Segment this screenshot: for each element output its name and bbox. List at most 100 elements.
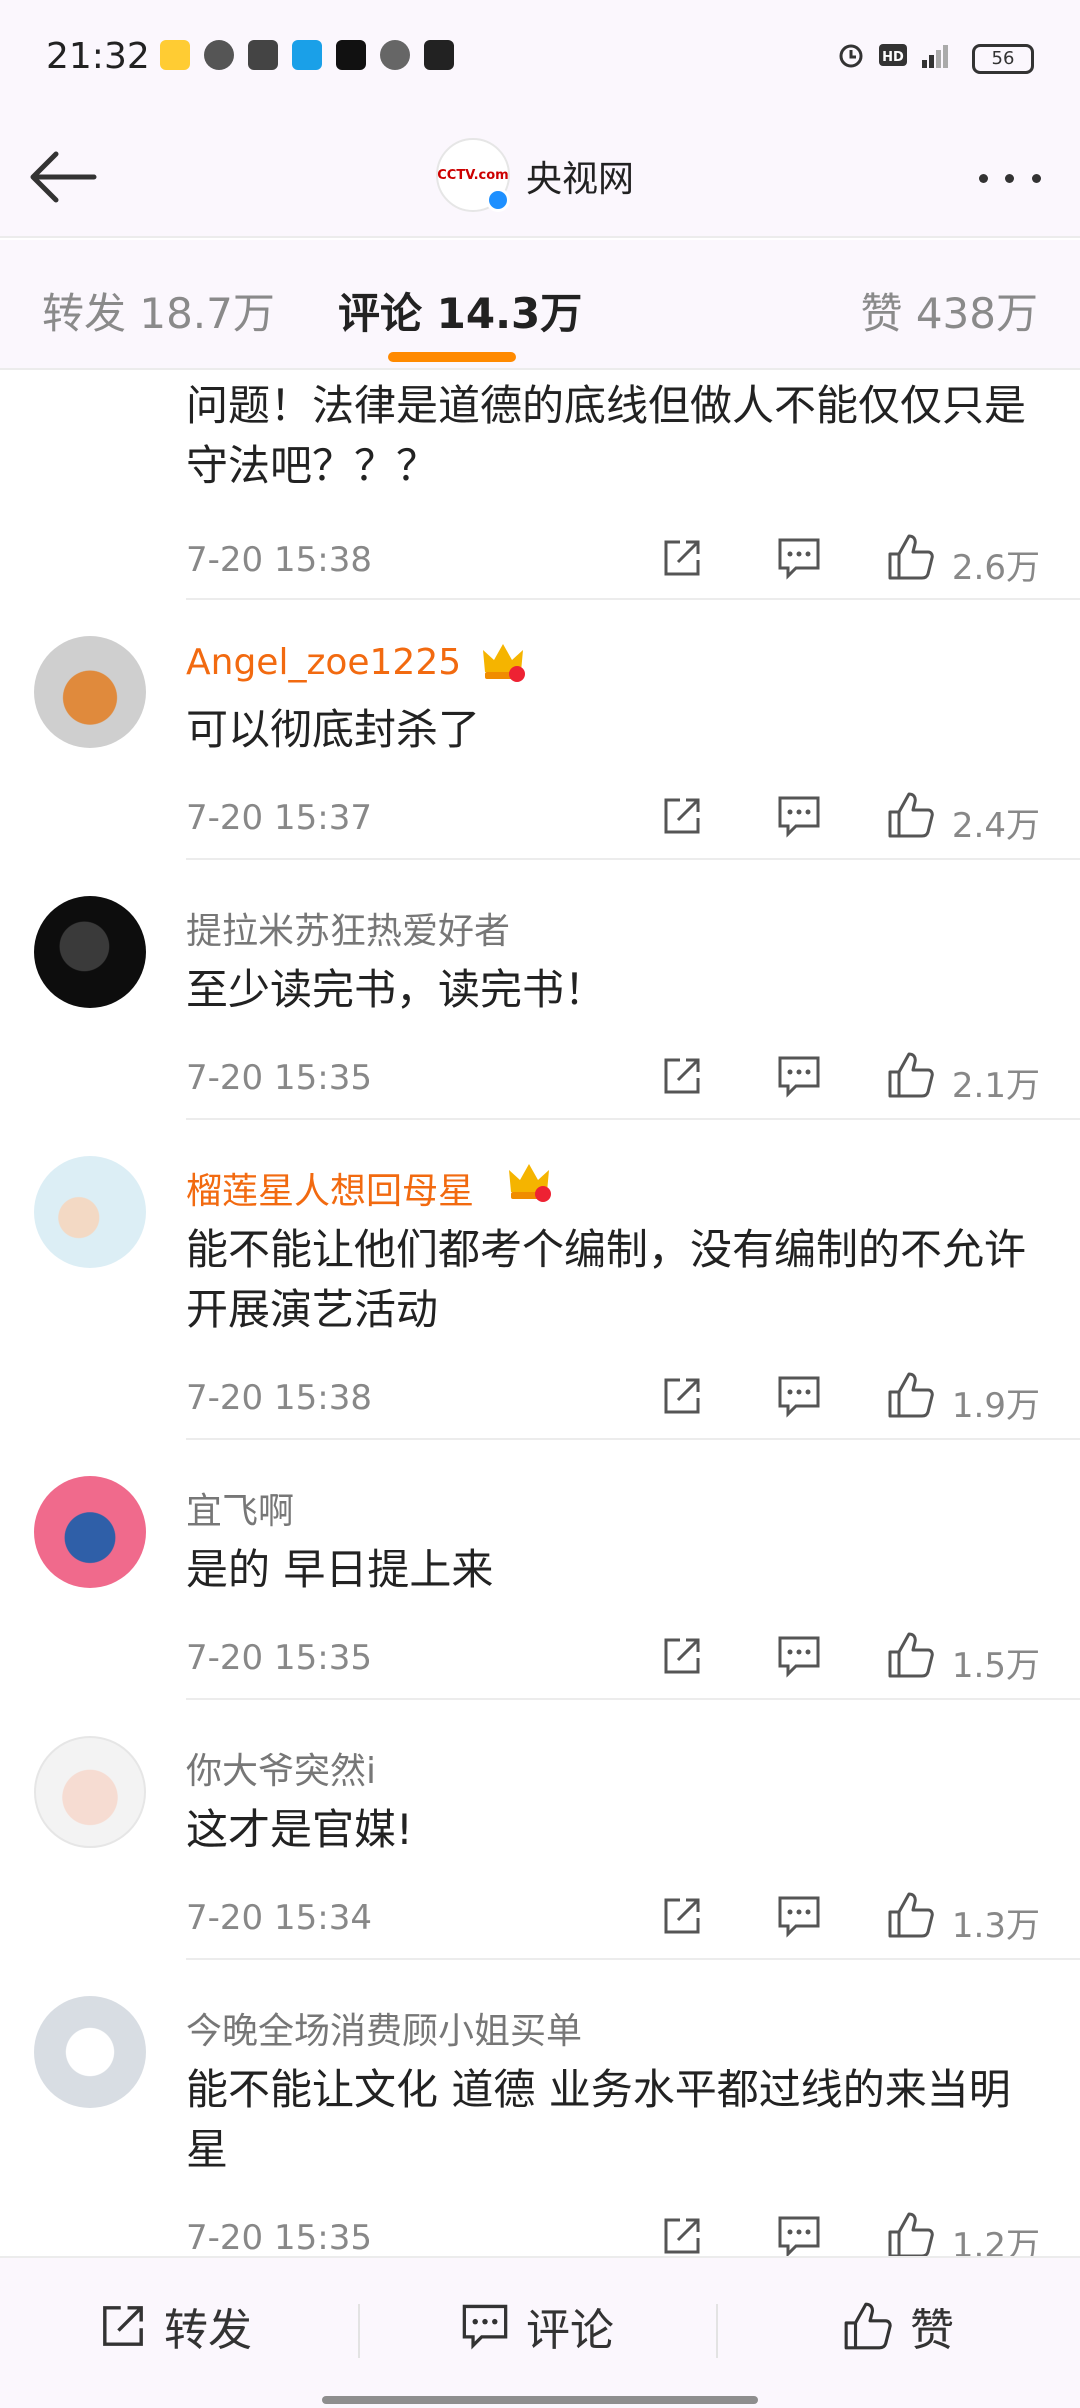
like-icon[interactable] [886,1890,936,1940]
comment-meta: 7-20 15:38 1.9万 [0,1370,1080,1430]
svg-text:HD: HD [882,50,904,65]
comment-username[interactable]: 榴莲星人想回母星 [186,1162,474,1214]
comment-username[interactable]: 宜飞啊 [186,1482,294,1534]
comment-time: 7-20 15:38 [186,1378,372,1418]
divider [186,1958,1080,1960]
like-button[interactable]: 赞 [842,2294,954,2358]
comment-meta: 7-20 15:35 1.2万 [0,2210,1080,2256]
comment-button[interactable]: 评论 [460,2294,614,2358]
dot-icon [1032,173,1042,183]
divider [186,1118,1080,1120]
like-icon[interactable] [886,1370,936,1420]
notification-app-icon [336,40,366,70]
tab-repost[interactable]: 转发 18.7万 [42,280,275,341]
share-icon[interactable] [660,1054,704,1098]
home-indicator[interactable] [322,2396,758,2404]
comment-time: 7-20 15:38 [186,540,372,580]
status-app-icons [160,40,454,70]
comment-text: 至少读完书，读完书！ [186,965,607,1014]
share-icon[interactable] [660,1894,704,1938]
reply-icon[interactable] [776,1374,822,1418]
comment-time: 7-20 15:37 [186,798,372,838]
vip-crown-icon [483,644,525,682]
like-icon[interactable] [886,2210,936,2256]
share-icon[interactable] [660,536,704,580]
comment-meta: 7-20 15:35 2.1万 [0,1050,1080,1110]
reply-icon[interactable] [776,794,822,838]
repost-label: 转发 [164,2305,252,2356]
share-icon[interactable] [660,794,704,838]
share-icon[interactable] [660,1634,704,1678]
reply-icon[interactable] [776,536,822,580]
comment-text: 能不能让他们都考个编制，没有编制的不允许开展演艺活动 [186,1225,1027,1334]
back-arrow-icon[interactable] [24,142,104,212]
avatar[interactable] [34,896,146,1008]
comment-time: 7-20 15:35 [186,2218,372,2256]
comment-time: 7-20 15:34 [186,1898,372,1938]
like-icon[interactable] [886,532,936,582]
reply-icon[interactable] [776,1894,822,1938]
divider [186,1438,1080,1440]
comment-text: 可以彻底封杀了 [186,705,481,754]
avatar[interactable] [34,1736,146,1848]
notification-app-icon [248,40,278,70]
status-indicators: HD [836,40,950,70]
avatar[interactable] [34,1996,146,2108]
like-icon[interactable] [886,1050,936,1100]
like-icon[interactable] [886,1630,936,1680]
status-bar: 21:32 HD 56 [0,0,1080,120]
notification-app-icon [204,40,234,70]
tab-comment[interactable]: 评论 14.3万 [338,280,582,341]
comment-icon [462,2304,508,2350]
notification-app-icon [160,40,190,70]
like-count: 1.5万 [951,1646,1040,1686]
avatar[interactable] [34,1156,146,1268]
vip-crown-icon [509,1164,551,1202]
comment-text: 问题！法律是道德的底线但做人不能仅仅只是守法吧？？？ [186,381,1027,490]
reply-icon[interactable] [776,1054,822,1098]
profile-header: CCTV.com 央视网 [0,120,1080,238]
repost-button[interactable]: 转发 [98,2294,252,2358]
comment-text: 这才是官媒! [186,1805,413,1854]
comment-username[interactable]: 你大爷突然i [186,1742,376,1794]
comment-time: 7-20 15:35 [186,1638,372,1678]
share-icon[interactable] [660,1374,704,1418]
tab-likes[interactable]: 赞 438万 [860,280,1038,341]
bottom-action-bar: 转发 评论 赞 [0,2256,1080,2408]
account-name[interactable]: 央视网 [526,150,634,202]
divider [716,2304,718,2358]
hd-icon: HD [879,44,907,66]
divider [186,1698,1080,1700]
post-tabs: 转发 18.7万 评论 14.3万 赞 438万 [0,240,1080,370]
share-icon[interactable] [660,2214,704,2256]
like-count: 1.3万 [951,1906,1040,1946]
like-icon [844,2302,892,2350]
reply-icon[interactable] [776,2214,822,2256]
divider [186,598,1080,600]
avatar[interactable] [34,1476,146,1588]
dot-icon [978,173,988,183]
comment-username[interactable]: 提拉米苏狂热爱好者 [186,902,510,954]
logo-text: CCTV.com [437,167,509,183]
status-time: 21:32 [46,36,150,77]
reply-icon[interactable] [776,1634,822,1678]
like-count: 1.2万 [951,2226,1040,2256]
comment-username[interactable]: 今晚全场消费顾小姐买单 [186,2002,582,2054]
share-icon [103,2306,143,2346]
like-icon[interactable] [886,790,936,840]
comment-username[interactable]: Angel_zoe1225 [186,642,461,683]
comment-time: 7-20 15:35 [186,1058,372,1098]
signal-icon [922,45,948,68]
verified-badge-icon [486,188,510,212]
comment-list[interactable]: 问题！法律是道德的底线但做人不能仅仅只是守法吧？？？ 7-20 15:38 2.… [0,372,1080,2256]
battery-icon: 56 [972,44,1034,74]
like-count: 1.9万 [951,1386,1040,1426]
notification-app-icon [424,40,454,70]
more-options-button[interactable] [970,148,1050,208]
comment-text: 是的 早日提上来 [186,1545,494,1594]
active-tab-indicator [388,352,516,362]
like-count: 2.1万 [951,1066,1040,1106]
alarm-icon [839,44,863,68]
like-label: 赞 [910,2305,954,2356]
avatar[interactable] [34,636,146,748]
